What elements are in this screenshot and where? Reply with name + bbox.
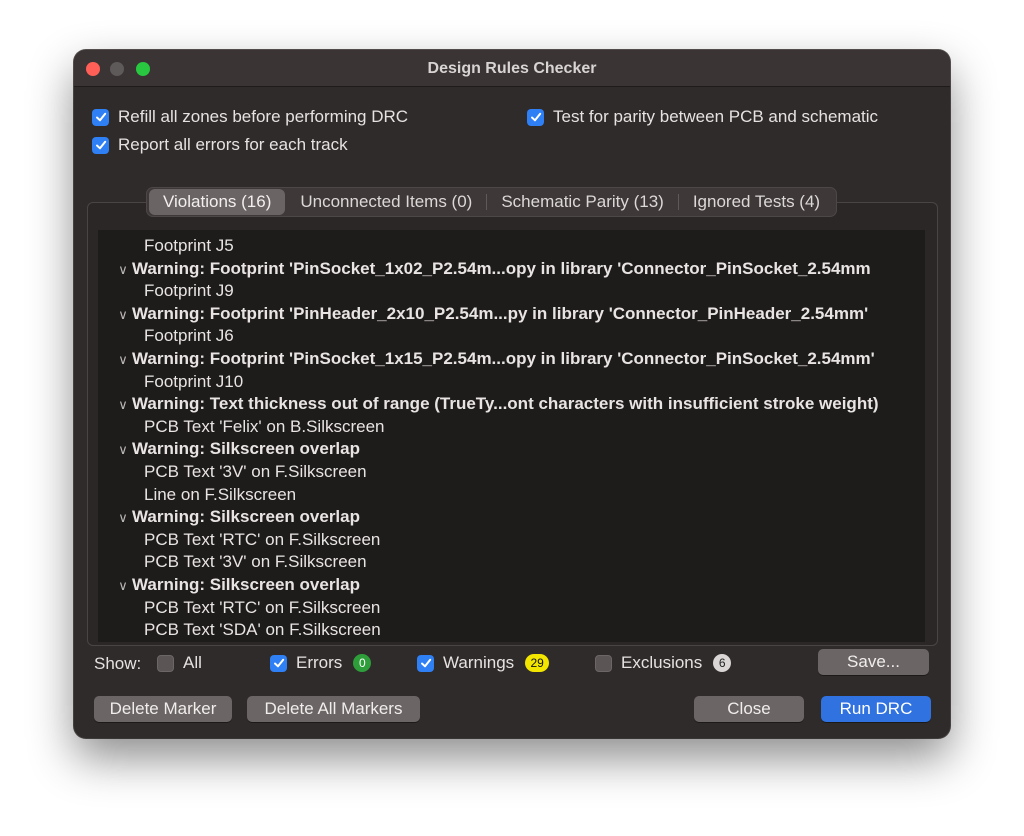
errors-count-badge: 0 (353, 654, 372, 672)
violation-text: Footprint J5 (144, 236, 234, 255)
refill-zones-label: Refill all zones before performing DRC (118, 107, 409, 126)
violation-text: PCB Text 'SDA' on F.Silkscreen (144, 620, 381, 640)
violation-text: Warning: Silkscreen overlap (132, 439, 360, 459)
violation-item-row[interactable]: Line on F.Silkscreen (144, 484, 296, 506)
violation-warning-row[interactable]: ∨ Warning: Silkscreen overlap (114, 574, 360, 596)
refill-zones-checkbox[interactable]: Refill all zones before performing DRC (92, 107, 408, 127)
drc-dialog: Design Rules Checker Refill all zones be… (74, 50, 950, 738)
violation-text: Warning: Silkscreen overlap (132, 507, 360, 527)
violation-item-row[interactable]: Footprint J5 (144, 235, 234, 257)
filter-warnings-checkbox[interactable]: Warnings 29 (417, 653, 550, 673)
checkmark-icon (527, 108, 544, 126)
violation-warning-row[interactable]: ∨ Warning: Silkscreen overlap (114, 438, 360, 460)
report-all-errors-checkbox[interactable]: Report all errors for each track (92, 135, 348, 155)
filter-all-label: All (183, 653, 202, 672)
chevron-down-icon[interactable]: ∨ (114, 304, 132, 326)
violation-text: PCB Text '3V' on F.Silkscreen (144, 552, 367, 572)
violation-text: Footprint J9 (144, 281, 234, 301)
test-parity-checkbox[interactable]: Test for parity between PCB and schemati… (527, 107, 878, 127)
checkmark-icon (92, 108, 109, 126)
violation-text: PCB Text 'Felix' on B.Silkscreen (144, 416, 385, 436)
violation-item-row[interactable]: Footprint J10 (144, 371, 243, 393)
violation-item-row[interactable]: PCB Text '3V' on F.Silkscreen (144, 551, 367, 573)
violation-item-row[interactable]: PCB Text '3V' on F.Silkscreen (144, 461, 367, 483)
violation-text: Warning: Footprint 'PinSocket_1x02_P2.54… (132, 258, 871, 278)
violation-warning-row[interactable]: ∨ Warning: Footprint 'PinHeader_2x10_P2.5… (114, 303, 868, 325)
warnings-count-badge: 29 (525, 654, 550, 672)
delete-all-markers-button[interactable]: Delete All Markers (247, 696, 420, 722)
chevron-down-icon[interactable]: ∨ (114, 394, 132, 416)
tab-unconnected-items[interactable]: Unconnected Items (0) (286, 189, 486, 215)
window-title: Design Rules Checker (427, 60, 597, 77)
chevron-down-icon[interactable]: ∨ (114, 349, 132, 371)
filter-warnings-label: Warnings (443, 653, 515, 672)
delete-marker-button[interactable]: Delete Marker (94, 696, 232, 722)
tab-bar: Violations (16) Unconnected Items (0) Sc… (146, 187, 838, 217)
filter-errors-checkbox[interactable]: Errors 0 (270, 653, 372, 673)
close-button[interactable]: Close (694, 696, 804, 722)
violation-text: Footprint J6 (144, 326, 234, 346)
show-label: Show: (94, 654, 142, 673)
violation-item-row[interactable]: PCB Text 'SDA' on F.Silkscreen (144, 619, 381, 641)
chevron-down-icon[interactable]: ∨ (114, 439, 132, 461)
violation-text: PCB Text 'RTC' on F.Silkscreen (144, 597, 381, 617)
violation-text: Warning: Silkscreen overlap (132, 575, 360, 594)
violation-warning-row[interactable]: ∨ Warning: Footprint 'PinSocket_1x02_P2.5… (114, 258, 871, 281)
report-all-errors-label: Report all errors for each track (118, 135, 348, 154)
chevron-down-icon[interactable]: ∨ (114, 575, 132, 597)
chevron-down-icon[interactable]: ∨ (114, 259, 132, 281)
title-bar: Design Rules Checker (74, 50, 950, 87)
violation-item-row[interactable]: PCB Text 'RTC' on F.Silkscreen (144, 529, 380, 551)
violation-warning-row[interactable]: ∨ Warning: Footprint 'PinSocket_1x15_P2.5… (114, 348, 875, 371)
violation-item-row[interactable]: PCB Text 'RTC' on F.Silkscreen (144, 597, 380, 619)
filter-exclusions-checkbox[interactable]: Exclusions 6 (595, 653, 732, 673)
violation-text: PCB Text '3V' on F.Silkscreen (144, 462, 367, 481)
filter-all-checkbox[interactable]: All (157, 653, 202, 673)
save-button[interactable]: Save... (818, 649, 929, 675)
violation-item-row[interactable]: Footprint J6 (144, 325, 234, 347)
violation-text: Warning: Footprint 'PinHeader_2x10_P2.54… (132, 303, 869, 323)
checkbox-empty-icon (157, 654, 174, 672)
filter-errors-label: Errors (296, 653, 343, 672)
exclusions-count-badge: 6 (713, 654, 732, 672)
violation-text: Footprint J10 (144, 371, 244, 391)
checkmark-icon (417, 654, 434, 672)
violation-item-row[interactable]: PCB Text 'Felix' on B.Silkscreen (144, 416, 385, 438)
chevron-down-icon[interactable]: ∨ (114, 507, 132, 529)
tab-schematic-parity[interactable]: Schematic Parity (13) (487, 189, 678, 215)
checkbox-empty-icon (595, 654, 612, 672)
checkmark-icon (270, 654, 287, 672)
violation-warning-row[interactable]: ∨ Warning: Silkscreen overlap (114, 506, 360, 528)
violation-text: Warning: Footprint 'PinSocket_1x15_P2.54… (132, 349, 875, 368)
tab-ignored-tests[interactable]: Ignored Tests (4) (679, 189, 834, 215)
violation-warning-row[interactable]: ∨ Warning: Text thickness out of range (T… (114, 393, 879, 416)
violation-text: Warning: Text thickness out of range (Tr… (132, 394, 879, 414)
test-parity-label: Test for parity between PCB and schemati… (553, 107, 879, 126)
violation-item-row[interactable]: Footprint J9 (144, 280, 234, 302)
violation-text: PCB Text 'RTC' on F.Silkscreen (144, 529, 381, 549)
checkmark-icon (92, 136, 109, 154)
violations-list[interactable]: Footprint J5 ∨ Warning: Footprint 'PinSock… (98, 230, 925, 642)
tab-violations[interactable]: Violations (16) (149, 189, 286, 215)
run-drc-button[interactable]: Run DRC (821, 696, 931, 722)
violation-text: Line on F.Silkscreen (144, 484, 297, 504)
filter-exclusions-label: Exclusions (621, 653, 703, 672)
